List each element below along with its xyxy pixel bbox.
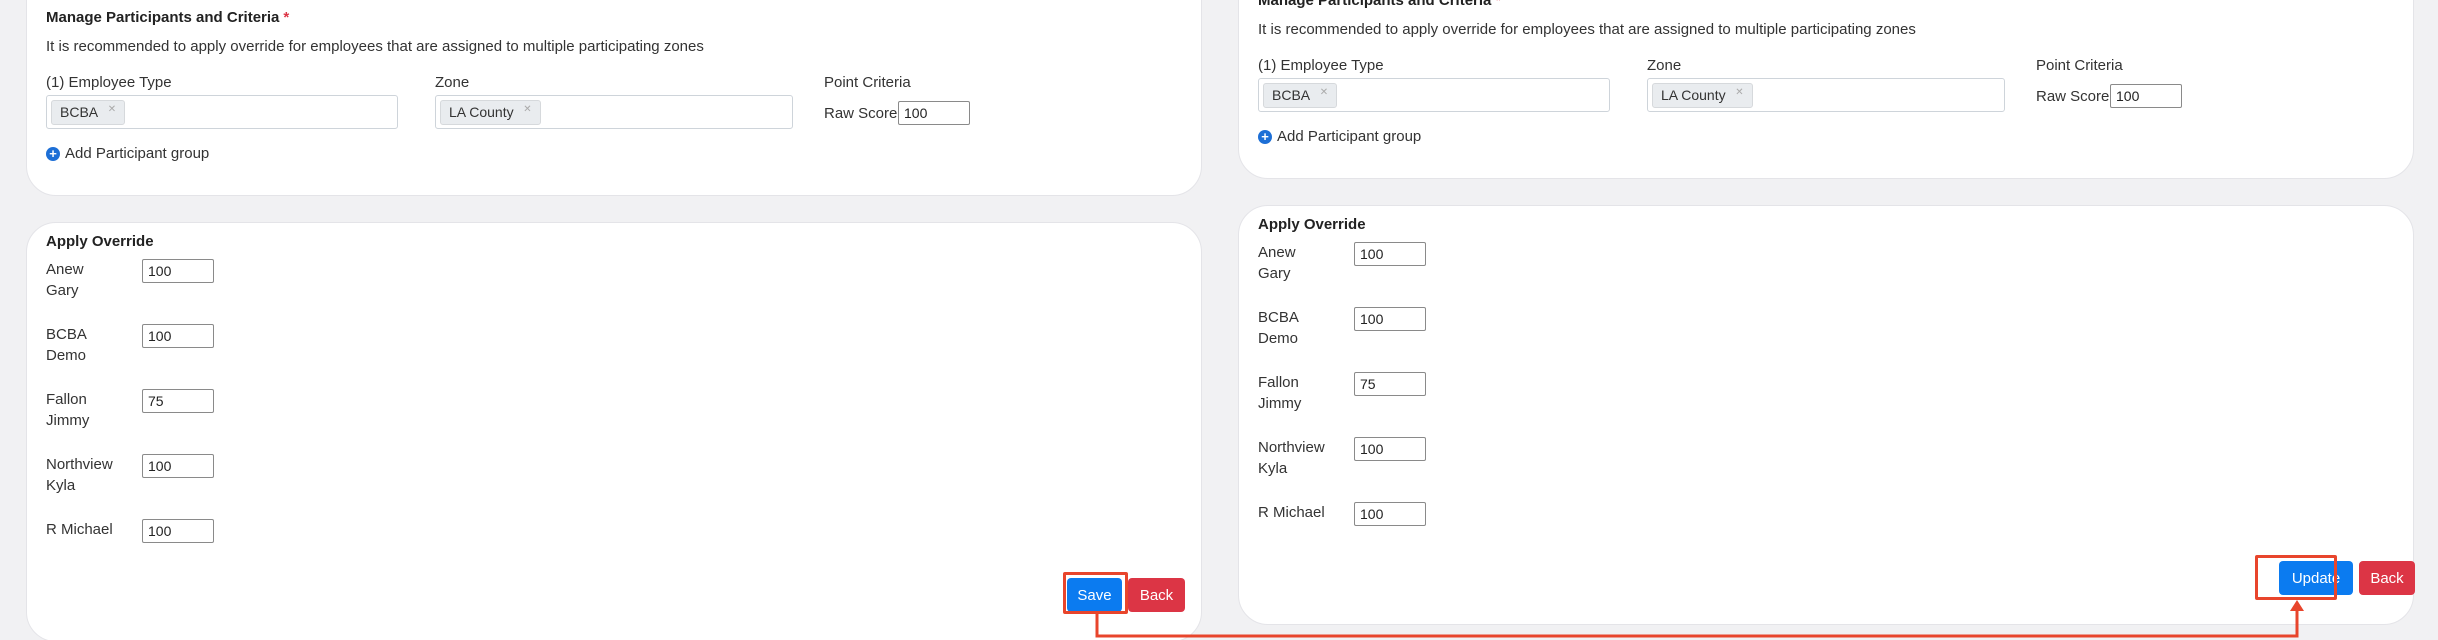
manage-participants-title: Manage Participants and Criteria *	[1258, 0, 1501, 9]
add-participant-group-label: Add Participant group	[1277, 128, 1422, 145]
apply-override-title: Apply Override	[46, 233, 154, 250]
override-recommendation-text: It is recommended to apply override for …	[46, 38, 704, 55]
zone-select[interactable]: LA County ✕	[1647, 78, 2005, 112]
apply-override-title: Apply Override	[1258, 216, 1366, 233]
zone-chip-label: LA County	[1661, 87, 1726, 103]
override-input-r-michael[interactable]	[1354, 502, 1426, 526]
override-input-bcba-demo[interactable]	[142, 324, 214, 348]
point-criteria-label: Point Criteria	[824, 74, 911, 91]
chip-remove-icon[interactable]: ✕	[1320, 87, 1328, 98]
override-input-r-michael[interactable]	[142, 519, 214, 543]
override-input-fallon-jimmy[interactable]	[1354, 372, 1426, 396]
zone-select[interactable]: LA County ✕	[435, 95, 793, 129]
employee-type-chip[interactable]: BCBA ✕	[1263, 83, 1338, 108]
override-input-anew-gary[interactable]	[142, 259, 214, 283]
employee-type-label: (1) Employee Type	[46, 74, 172, 91]
plus-circle-icon: +	[1258, 129, 1272, 144]
manage-participants-title: Manage Participants and Criteria *	[46, 9, 289, 26]
override-input-fallon-jimmy[interactable]	[142, 389, 214, 413]
apply-override-card: Apply Override AnewGary BCBADemo FallonJ…	[1238, 205, 2415, 625]
add-participant-group-link[interactable]: + Add Participant group	[46, 145, 209, 162]
override-name-r-michael: R Michael	[1258, 504, 1325, 521]
manage-title-text: Manage Participants and Criteria	[46, 9, 280, 26]
employee-type-select[interactable]: BCBA ✕	[46, 95, 398, 129]
plus-circle-icon: +	[46, 146, 60, 161]
override-name-anew-gary: Anew Gary	[46, 261, 84, 299]
employee-type-chip[interactable]: BCBA ✕	[51, 100, 126, 125]
zone-chip-label: LA County	[449, 104, 514, 120]
point-criteria-label: Point Criteria	[2036, 57, 2123, 74]
employee-type-chip-label: BCBA	[60, 104, 99, 120]
override-input-bcba-demo[interactable]	[1354, 307, 1426, 331]
add-participant-group-link[interactable]: + Add Participant group	[1258, 128, 1421, 145]
chip-remove-icon[interactable]: ✕	[108, 104, 116, 115]
manage-participants-card: Manage Participants and Criteria * It is …	[26, 0, 1202, 196]
apply-override-card: Apply Override AnewGary BCBADemo FallonJ…	[26, 222, 1202, 640]
zone-label: Zone	[1647, 57, 1682, 74]
override-name-fallon-jimmy: Fallon Jimmy	[1258, 374, 1302, 412]
update-button-highlight	[2255, 555, 2337, 600]
employee-type-select[interactable]: BCBA ✕	[1258, 78, 1610, 112]
add-participant-group-label: Add Participant group	[65, 145, 210, 162]
chip-remove-icon[interactable]: ✕	[523, 104, 531, 115]
override-name-northview-kyla: Northview Kyla	[46, 456, 113, 494]
required-mark: *	[283, 9, 290, 26]
raw-score-input[interactable]	[2110, 84, 2182, 108]
back-button[interactable]: Back	[2359, 561, 2415, 595]
override-recommendation-text: It is recommended to apply override for …	[1258, 21, 1916, 38]
zone-chip[interactable]: LA County ✕	[440, 100, 541, 125]
raw-score-label: Raw Score	[2036, 88, 2110, 105]
manage-title-text: Manage Participants and Criteria	[1258, 0, 1492, 9]
back-button[interactable]: Back	[1128, 578, 1185, 612]
zone-label: Zone	[435, 74, 470, 91]
employee-type-chip-label: BCBA	[1272, 87, 1311, 103]
override-name-northview-kyla: Northview Kyla	[1258, 439, 1325, 477]
override-input-northview-kyla[interactable]	[1354, 437, 1426, 461]
required-mark: *	[1495, 0, 1502, 9]
override-name-r-michael: R Michael	[46, 521, 113, 538]
override-input-anew-gary[interactable]	[1354, 242, 1426, 266]
override-input-northview-kyla[interactable]	[142, 454, 214, 478]
override-name-anew-gary: Anew Gary	[1258, 244, 1296, 282]
override-name-bcba-demo: BCBA Demo	[1258, 309, 1299, 347]
override-name-bcba-demo: BCBA Demo	[46, 326, 87, 364]
manage-participants-card: Manage Participants and Criteria * It is …	[1238, 0, 2414, 179]
raw-score-label: Raw Score	[824, 105, 898, 122]
right-screen: Manage Participants and Criteria * It is …	[1218, 0, 2438, 640]
chip-remove-icon[interactable]: ✕	[1735, 87, 1743, 98]
raw-score-input[interactable]	[898, 101, 970, 125]
left-screen: Manage Participants and Criteria * It is …	[0, 0, 1210, 640]
save-button-highlight	[1063, 572, 1128, 614]
zone-chip[interactable]: LA County ✕	[1652, 83, 1753, 108]
override-name-fallon-jimmy: Fallon Jimmy	[46, 391, 90, 429]
employee-type-label: (1) Employee Type	[1258, 57, 1384, 74]
